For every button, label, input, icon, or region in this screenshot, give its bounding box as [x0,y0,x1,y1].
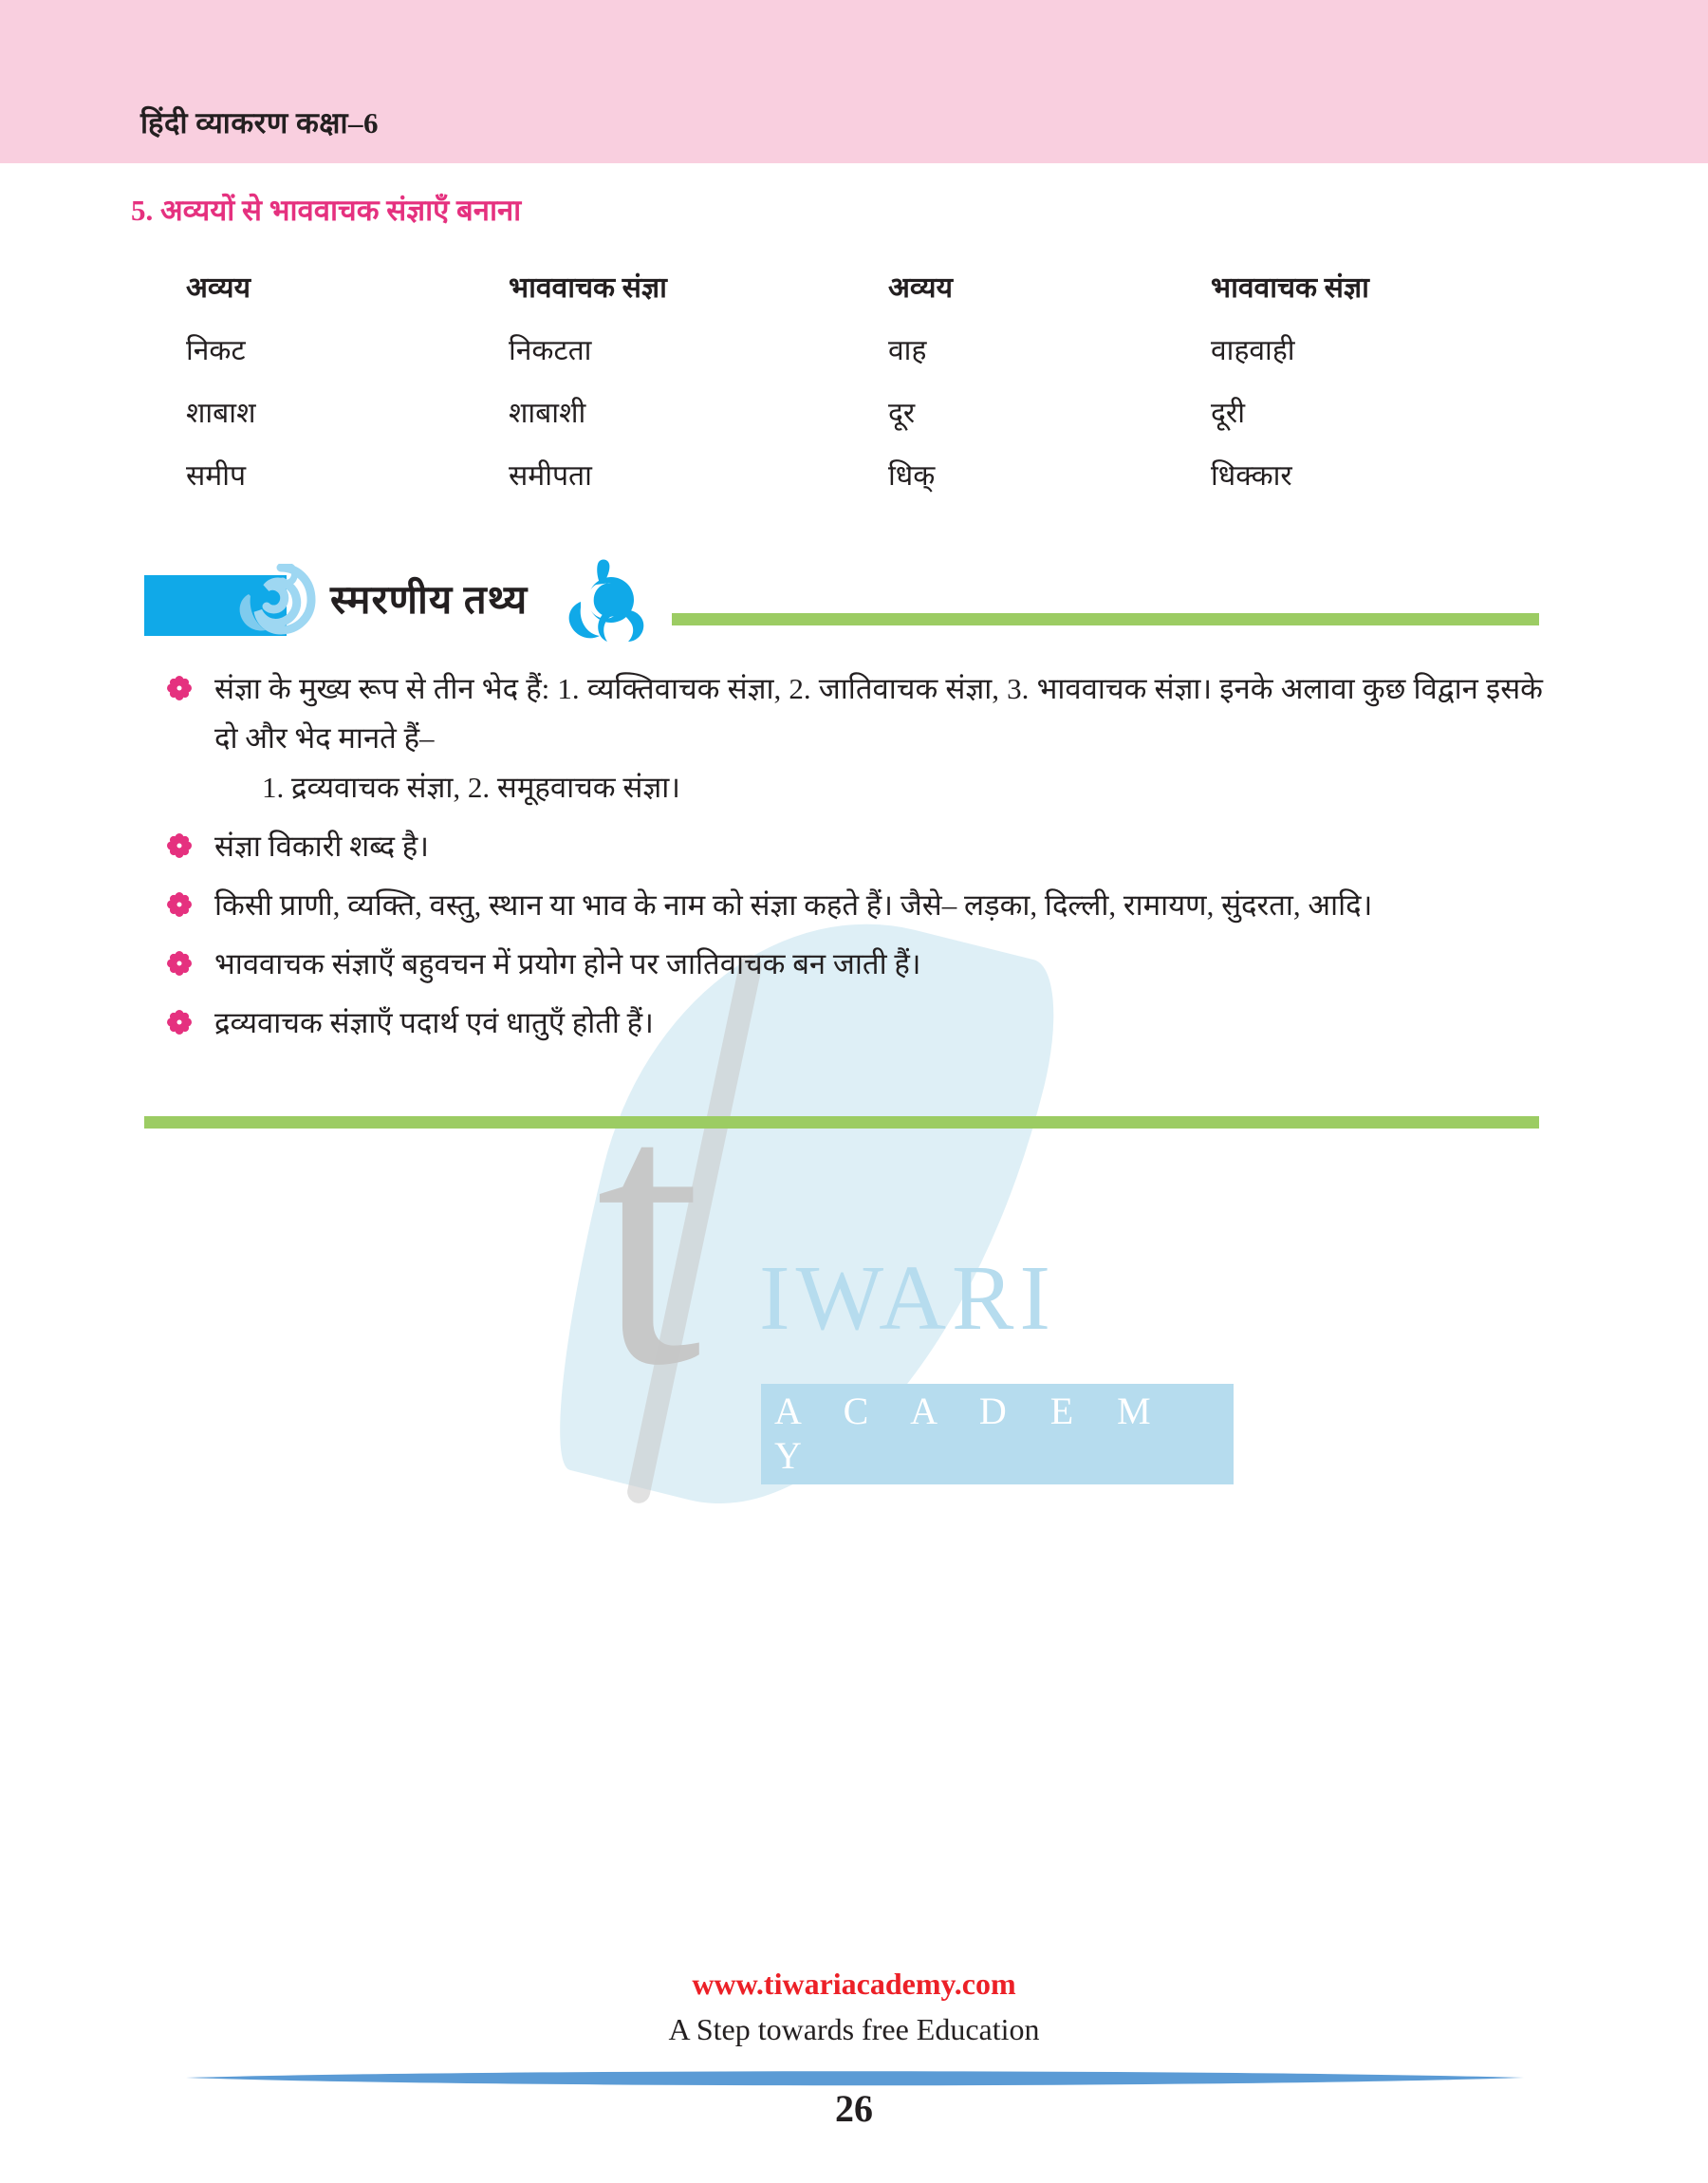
flower-bullet-icon [167,951,192,976]
page-number: 26 [835,2087,873,2130]
watermark-brand-subtitle: A C A D E M Y [761,1384,1234,1484]
fact-text: भाववाचक संज्ञाएँ बहुवचन में प्रयोग होने … [214,947,921,980]
table-cell: धिक् [888,459,936,492]
fact-text: संज्ञा विकारी शब्द है। [214,830,429,863]
table-cell: समीप [186,459,247,492]
swirl-ornament-icon [239,564,316,635]
memorable-facts-banner: स्मरणीय तथ्य [144,558,1539,644]
column-header-avyay-2: अव्यय [888,271,953,304]
facts-bottom-green-rule [144,1116,1539,1129]
table-cell: शाबाश [186,397,256,429]
banner-green-rule [672,613,1539,625]
fact-text: संज्ञा के मुख्य रूप से तीन भेद हैं: 1. व… [214,672,1543,755]
footer-tagline: A Step towards free Education [668,2012,1040,2046]
table-cell: निकट [186,334,246,366]
section-heading: 5. अव्ययों से भाववाचक संज्ञाएँ बनाना [131,194,522,227]
flower-bullet-icon [167,676,192,700]
flower-bullet-icon [167,1010,192,1035]
table-cell: समीपता [509,459,592,492]
book-title: हिंदी व्याकरण कक्षा–6 [140,106,380,140]
list-item: द्रव्यवाचक संज्ञाएँ पदार्थ एवं धातुएँ हो… [167,998,1543,1048]
table-cell: शाबाशी [509,397,586,429]
tiwari-academy-watermark: t IWARI A C A D E M Y [529,870,1234,1559]
table-header-row: अव्यय भाववाचक संज्ञा अव्यय भाववाचक संज्ञ… [186,254,1533,317]
table-cell: वाह [888,334,927,366]
fact-text: द्रव्यवाचक संज्ञाएँ पदार्थ एवं धातुएँ हो… [214,1006,654,1039]
footer-swoosh-divider [186,2071,1524,2086]
list-item: संज्ञा विकारी शब्द है। [167,822,1543,871]
list-item: किसी प्राणी, व्यक्ति, वस्तु, स्थान या भा… [167,881,1543,930]
table-cell: धिक्कार [1211,459,1292,492]
table-cell: निकटता [509,334,592,366]
swirl-ornament-right-icon [568,559,644,642]
table-cell: दूर [888,397,916,429]
fact-subtext: 1. द्रव्यवाचक संज्ञा, 2. समूहवाचक संज्ञा… [262,771,680,804]
table-cell: वाहवाही [1211,334,1295,366]
column-header-bhavvachak-1: भाववाचक संज्ञा [509,271,667,304]
table-row: निकट निकटता वाह वाहवाही [186,317,1533,380]
table-cell: दूरी [1211,397,1245,429]
column-header-bhavvachak-2: भाववाचक संज्ञा [1211,271,1369,304]
watermark-brand-name: IWARI [759,1247,1057,1350]
flower-bullet-icon [167,892,192,917]
table-row: शाबाश शाबाशी दूर दूरी [186,380,1533,442]
memorable-facts-title: स्मरणीय तथ्य [330,579,529,623]
footer-website-link[interactable]: www.tiwariacademy.com [0,1967,1708,2002]
avyay-bhavvachak-table: अव्यय भाववाचक संज्ञा अव्यय भाववाचक संज्ञ… [186,254,1533,505]
list-item: संज्ञा के मुख्य रूप से तीन भेद हैं: 1. व… [167,664,1543,812]
table-row: समीप समीपता धिक् धिक्कार [186,442,1533,505]
memorable-facts-list: संज्ञा के मुख्य रूप से तीन भेद हैं: 1. व… [167,664,1543,1057]
document-page: हिंदी व्याकरण कक्षा–6 t IWARI A C A D E … [0,0,1708,2183]
list-item: भाववाचक संज्ञाएँ बहुवचन में प्रयोग होने … [167,940,1543,989]
watermark-letter-t: t [596,1023,702,1444]
page-header-banner: हिंदी व्याकरण कक्षा–6 [0,0,1708,163]
fact-text: किसी प्राणी, व्यक्ति, वस्तु, स्थान या भा… [214,888,1373,922]
column-header-avyay-1: अव्यय [186,271,251,304]
flower-bullet-icon [167,833,192,858]
